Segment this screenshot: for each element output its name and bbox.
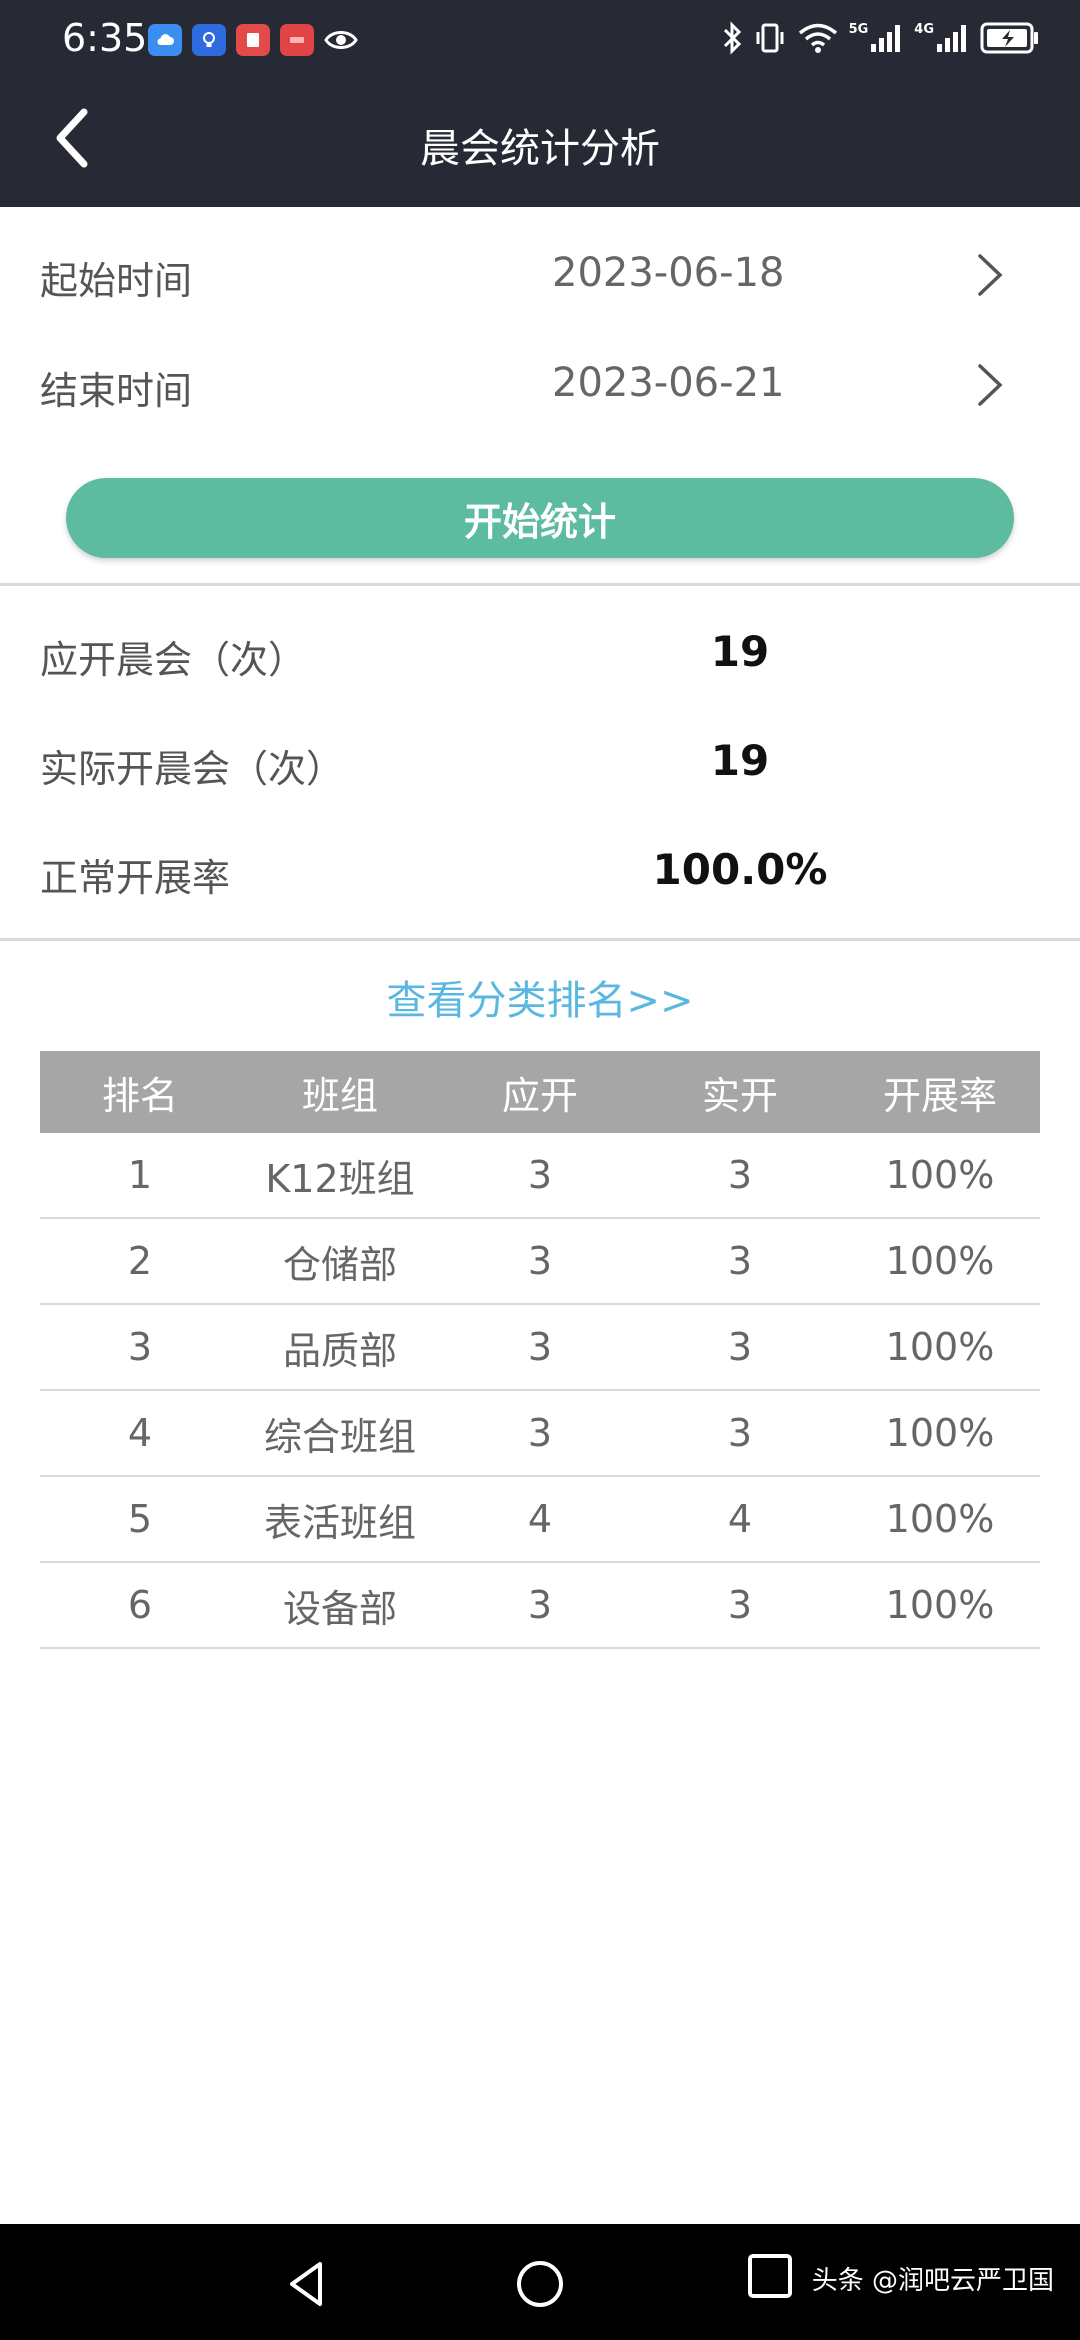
- end-date-value: 2023-06-21: [552, 360, 785, 406]
- stat-rate-row: 正常开展率 100.0%: [0, 823, 1080, 923]
- cell-team: 表活班组: [263, 1500, 416, 1545]
- cell-rank: 1: [127, 1153, 153, 1197]
- cell-rate: 100%: [885, 1411, 995, 1455]
- start-date-row[interactable]: 起始时间 2023-06-18: [0, 220, 1080, 330]
- nav-home-icon[interactable]: [510, 2254, 570, 2314]
- chevron-right-icon: [978, 254, 1003, 296]
- cell-expected: 3: [527, 1583, 553, 1627]
- start-statistics-button[interactable]: 开始统计: [66, 478, 1014, 558]
- lightbulb-icon: [192, 24, 226, 56]
- table-row: 4 综合班组 3 3 100%: [40, 1391, 1040, 1477]
- cell-actual: 4: [727, 1497, 753, 1541]
- column-header-rate: 开展率: [882, 1073, 997, 1118]
- cell-rate: 100%: [885, 1239, 995, 1283]
- stat-actual-label: 实际开晨会（次）: [40, 747, 345, 791]
- network-5g-label: 5G: [848, 22, 869, 37]
- stat-actual-row: 实际开晨会（次） 19: [0, 714, 1080, 814]
- book-icon: [236, 24, 270, 56]
- notification-icons: [148, 24, 358, 56]
- system-navigation-bar: 头条 @润吧云严卫国: [0, 2224, 1080, 2340]
- stat-expected-label: 应开晨会（次）: [40, 638, 307, 682]
- cell-actual: 3: [727, 1239, 753, 1283]
- watermark: 头条 @润吧云严卫国: [811, 2266, 1054, 2296]
- stat-actual-value: 19: [710, 736, 770, 785]
- nav-back-icon[interactable]: [278, 2254, 338, 2314]
- signal-4g-icon: 4G: [914, 22, 970, 54]
- table-row: 6 设备部 3 3 100%: [40, 1563, 1040, 1649]
- cell-team: 综合班组: [263, 1414, 416, 1459]
- cell-expected: 3: [527, 1411, 553, 1455]
- cell-expected: 3: [527, 1325, 553, 1369]
- cell-team: 仓储部: [282, 1242, 397, 1287]
- cell-team: 设备部: [282, 1586, 397, 1631]
- cell-expected: 3: [527, 1153, 553, 1197]
- cell-expected: 3: [527, 1239, 553, 1283]
- column-header-actual: 实开: [701, 1073, 778, 1118]
- cell-actual: 3: [727, 1325, 753, 1369]
- table-row: 1 K12班组 3 3 100%: [40, 1133, 1040, 1219]
- page-title: 晨会统计分析: [420, 126, 660, 172]
- status-time: 6:35: [62, 16, 148, 60]
- table-row: 3 品质部 3 3 100%: [40, 1305, 1040, 1391]
- app-header: 6:35 5G 4G 晨会统计分析: [0, 0, 1080, 207]
- cell-rank: 6: [127, 1583, 153, 1627]
- status-bar: 6:35 5G 4G: [0, 0, 1080, 80]
- start-date-label: 起始时间: [40, 259, 193, 303]
- cell-expected: 4: [527, 1497, 553, 1541]
- end-date-label: 结束时间: [40, 369, 193, 413]
- cell-rank: 5: [127, 1497, 153, 1541]
- divider: [0, 583, 1080, 586]
- network-4g-label: 4G: [914, 22, 934, 37]
- cell-rate: 100%: [885, 1583, 995, 1627]
- stat-rate-label: 正常开展率: [40, 856, 231, 900]
- nav-recents-icon[interactable]: [740, 2246, 800, 2306]
- cell-team: 品质部: [282, 1328, 397, 1373]
- cell-rank: 2: [127, 1239, 153, 1283]
- stat-expected-value: 19: [710, 627, 770, 676]
- chevron-right-icon: [978, 364, 1003, 406]
- battery-charging-icon: [980, 22, 1038, 54]
- cell-rank: 3: [127, 1325, 153, 1369]
- cell-rate: 100%: [885, 1497, 995, 1541]
- divider: [0, 938, 1080, 941]
- start-date-value: 2023-06-18: [552, 250, 785, 296]
- cloud-icon: [148, 24, 182, 56]
- cell-actual: 3: [727, 1411, 753, 1455]
- cell-actual: 3: [727, 1583, 753, 1627]
- column-header-team: 班组: [301, 1073, 378, 1118]
- end-date-row[interactable]: 结束时间 2023-06-21: [0, 330, 1080, 440]
- cell-rate: 100%: [885, 1153, 995, 1197]
- stat-rate-value: 100.0%: [652, 845, 828, 894]
- system-icons: 5G 4G: [721, 20, 1040, 56]
- bluetooth-icon: [723, 21, 741, 55]
- cell-actual: 3: [727, 1153, 753, 1197]
- table-row: 5 表活班组 4 4 100%: [40, 1477, 1040, 1563]
- signal-5g-icon: 5G: [849, 22, 905, 54]
- column-header-rank: 排名: [101, 1073, 178, 1118]
- column-header-expected: 应开: [501, 1073, 578, 1118]
- cell-team: K12班组: [265, 1156, 415, 1201]
- view-category-ranking-link[interactable]: 查看分类排名>>: [0, 968, 1080, 1026]
- ranking-table: 排名 班组 应开 实开 开展率 1 K12班组 3 3 100% 2 仓储部 3…: [40, 1051, 1040, 1649]
- vibrate-icon: [756, 23, 784, 53]
- title-bar: 晨会统计分析: [0, 80, 1080, 207]
- huawei-app-icon: [280, 24, 314, 56]
- table-row: 2 仓储部 3 3 100%: [40, 1219, 1040, 1305]
- table-header: 排名 班组 应开 实开 开展率: [40, 1051, 1040, 1133]
- wifi-icon: [798, 23, 837, 53]
- eye-icon: [324, 24, 358, 56]
- stat-expected-row: 应开晨会（次） 19: [0, 605, 1080, 705]
- cell-rank: 4: [127, 1411, 153, 1455]
- cell-rate: 100%: [885, 1325, 995, 1369]
